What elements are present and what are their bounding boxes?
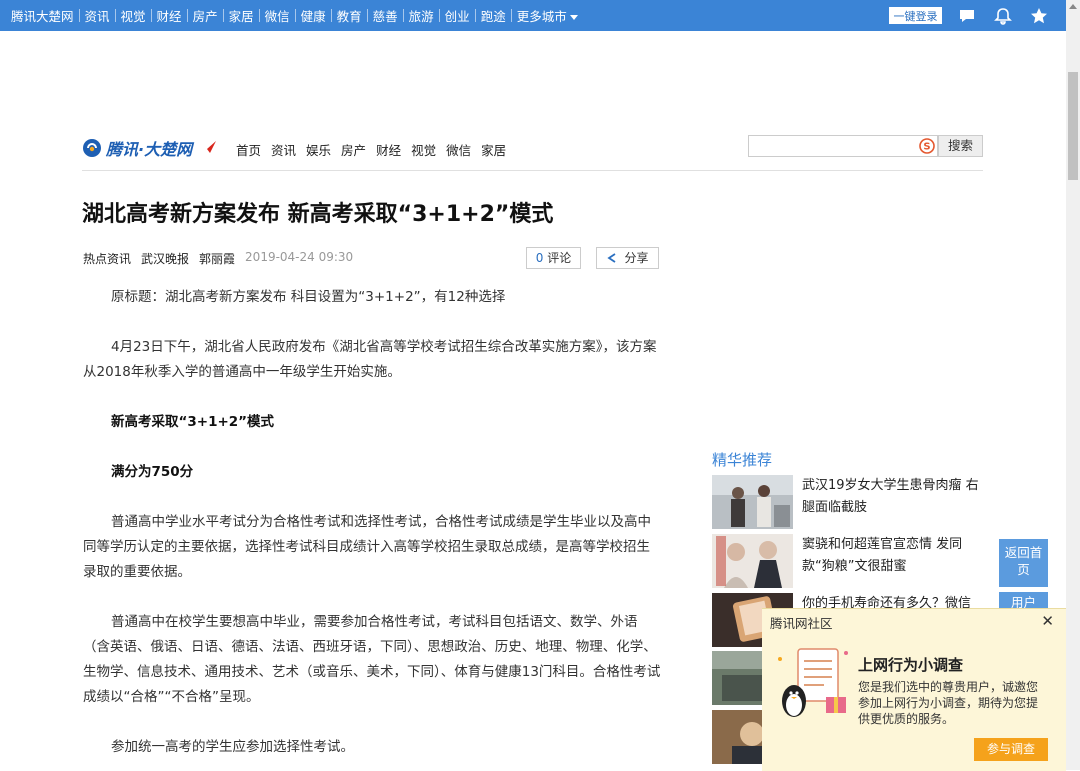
back-home-button[interactable]: 返回首页 — [999, 539, 1048, 587]
site-nav: 首页 资讯 娱乐 房产 财经 视觉 微信 家居 — [236, 140, 506, 159]
recommend-text: 武汉19岁女大学生患骨肉瘤 右腿面临截肢 — [802, 478, 979, 515]
site-nav-link[interactable]: 首页 — [236, 140, 261, 159]
site-nav-link[interactable]: 财经 — [376, 140, 401, 159]
recommend-thumbnail — [712, 534, 793, 588]
top-nav-home-link[interactable]: 腾讯大楚网 — [6, 6, 79, 25]
article-paragraph: 参加统一高考的学生应参加选择性考试。 — [111, 739, 354, 755]
article-paragraph: 4月23日下午，湖北省人民政府发布《湖北省高等学校考试招生综合改革实施方案》，该… — [83, 339, 657, 380]
popup-community-label: 腾讯网社区 — [770, 616, 833, 631]
comment-label: 评论 — [547, 251, 572, 265]
top-bar: 腾讯大楚网 资讯 视觉 财经 房产 家居 微信 健康 教育 慈善 旅游 创业 跑途 更多城市 一键登录 — [0, 0, 1066, 31]
crane-logo-icon — [198, 141, 217, 153]
header-divider — [82, 170, 983, 171]
top-nav: 腾讯大楚网 资讯 视觉 财经 房产 家居 微信 健康 教育 慈善 旅游 创业 跑途 更多城市 — [0, 6, 583, 25]
popup-body: 您是我们选中的尊贵用户，诚邀您参加上网行为小调查，期待为您提供更优质的服务。 — [858, 680, 1039, 726]
paragraph-spacer — [83, 385, 661, 410]
close-icon[interactable]: ✕ — [1041, 612, 1054, 630]
article-datetime: 2019-04-24 09:30 — [245, 250, 354, 264]
site-nav-link[interactable]: 房产 — [341, 140, 366, 159]
top-nav-link[interactable]: 健康 — [296, 6, 331, 25]
article-paragraph: 普通高中在校学生要想高中毕业，需要参加合格性考试，考试科目包括语文、数学、外语（… — [83, 614, 661, 705]
site-nav-link[interactable]: 视觉 — [411, 140, 436, 159]
comment-count: 0 — [535, 251, 544, 265]
paragraph-spacer — [83, 435, 661, 460]
article-paragraph: 普通高中学业水平考试分为合格性考试和选择性考试，合格性考试成绩是学生毕业以及高中… — [83, 514, 651, 580]
top-nav-link[interactable]: 资讯 — [80, 6, 115, 25]
article-title: 湖北高考新方案发布 新高考采取“3+1+2”模式 — [82, 202, 554, 227]
site-nav-link[interactable]: 资讯 — [271, 140, 296, 159]
recommend-text: 窦骁和何超莲官宣恋情 发同款“狗粮”文很甜蜜 — [802, 537, 963, 574]
penguin-survey-illustration — [778, 648, 848, 717]
sogou-search-icon: S — [919, 138, 935, 154]
join-survey-button[interactable]: 参与调查 — [974, 738, 1048, 761]
logo-text: 腾讯·大楚网 — [106, 140, 193, 159]
top-nav-link-label: 更多城市 — [516, 9, 567, 24]
top-nav-link[interactable]: 跑途 — [476, 6, 511, 25]
share-label: 分享 — [624, 251, 649, 265]
paragraph-spacer — [83, 485, 661, 510]
article-subheading: 新高考采取“3+1+2”模式 — [111, 414, 275, 430]
search-button[interactable]: 搜索 — [938, 135, 983, 157]
top-nav-link[interactable]: 创业 — [440, 6, 475, 25]
bell-icon[interactable] — [993, 6, 1013, 26]
top-nav-link[interactable]: 视觉 — [116, 6, 151, 25]
svg-text:S: S — [923, 142, 930, 153]
site-nav-link[interactable]: 娱乐 — [306, 140, 331, 159]
vertical-scrollbar[interactable] — [1066, 0, 1080, 770]
quick-login-button[interactable]: 一键登录 — [889, 7, 942, 24]
article-paragraph: 原标题：湖北高考新方案发布 科目设置为“3+1+2”，有12种选择 — [111, 289, 506, 305]
feedback-button[interactable]: 用户 — [999, 592, 1048, 608]
recommend-item[interactable]: 武汉19岁女大学生患骨肉瘤 右腿面临截肢 — [712, 475, 982, 529]
site-logo[interactable]: 腾讯·大楚网 — [82, 136, 218, 160]
star-icon[interactable] — [1029, 6, 1049, 26]
tencent-logo-icon — [83, 139, 101, 157]
top-nav-link[interactable]: 旅游 — [404, 6, 439, 25]
top-nav-link[interactable]: 慈善 — [368, 6, 403, 25]
article-meta: 热点资讯 武汉晚报 郭丽霞 2019-04-24 09:30 — [83, 250, 353, 267]
top-nav-link[interactable]: 家居 — [224, 6, 259, 25]
article-source[interactable]: 武汉晚报 — [141, 250, 189, 267]
popup-heading: 上网行为小调查 — [858, 656, 964, 674]
share-icon — [607, 253, 616, 263]
recommend-item[interactable]: 窦骁和何超莲官宣恋情 发同款“狗粮”文很甜蜜 — [712, 534, 982, 588]
recommend-title: 精华推荐 — [712, 451, 773, 469]
message-icon[interactable] — [957, 6, 977, 26]
site-nav-link[interactable]: 家居 — [481, 140, 506, 159]
scrollbar-thumb[interactable] — [1068, 72, 1078, 180]
share-button[interactable]: 分享 — [596, 247, 659, 269]
article-body: 原标题：湖北高考新方案发布 科目设置为“3+1+2”，有12种选择 4月23日下… — [83, 285, 661, 760]
comment-button[interactable]: 0 评论 — [526, 247, 581, 269]
paragraph-spacer — [83, 310, 661, 335]
chevron-down-icon — [569, 15, 578, 20]
search-input[interactable] — [748, 135, 938, 157]
article-subheading: 满分为750分 — [111, 464, 194, 480]
top-nav-link[interactable]: 财经 — [152, 6, 187, 25]
site-nav-link[interactable]: 微信 — [446, 140, 471, 159]
top-nav-link[interactable]: 房产 — [188, 6, 223, 25]
scroll-up-icon[interactable] — [1069, 4, 1077, 9]
recommend-thumbnail — [712, 475, 793, 529]
top-nav-link[interactable]: 更多城市 — [512, 6, 583, 25]
survey-popup: 腾讯网社区 ✕ 上网行为小调查 您是我们选中的尊贵用户，诚邀您参加上网行为小调查… — [762, 608, 1066, 771]
top-nav-link[interactable]: 微信 — [260, 6, 295, 25]
paragraph-spacer — [83, 585, 661, 610]
top-nav-link[interactable]: 教育 — [332, 6, 367, 25]
article-author: 郭丽霞 — [199, 252, 236, 266]
paragraph-spacer — [83, 710, 661, 735]
article-category[interactable]: 热点资讯 — [83, 250, 131, 267]
